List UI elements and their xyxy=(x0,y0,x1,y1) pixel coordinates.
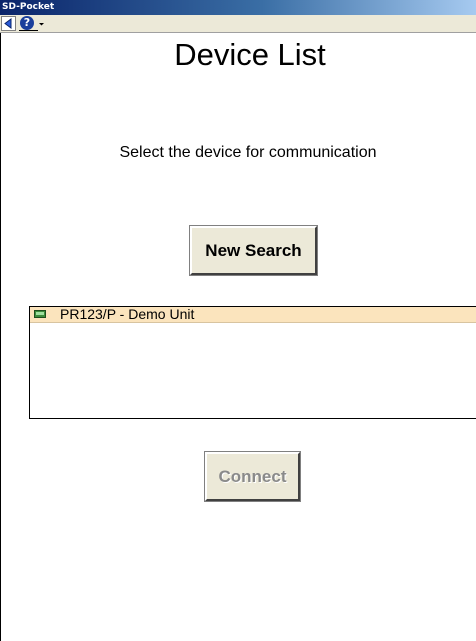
device-icon xyxy=(34,310,46,318)
back-button[interactable] xyxy=(1,16,16,31)
back-arrow-icon xyxy=(4,18,12,29)
window-title: SD-Pocket xyxy=(2,2,55,12)
page-subtitle: Select the device for communication xyxy=(119,144,377,161)
app-window: SD-Pocket ? Device List Select the devic… xyxy=(0,0,476,641)
help-dropdown-button[interactable] xyxy=(37,16,46,31)
device-list[interactable]: PR123/P - Demo Unit xyxy=(29,306,476,419)
chevron-down-icon xyxy=(39,23,44,26)
help-icon: ? xyxy=(20,16,34,30)
connect-button[interactable]: Connect xyxy=(204,451,301,502)
device-label: PR123/P - Demo Unit xyxy=(60,306,195,322)
device-list-item[interactable]: PR123/P - Demo Unit xyxy=(30,307,476,323)
toolbar: ? xyxy=(0,15,476,33)
toolbar-underline xyxy=(19,30,38,31)
title-bar: SD-Pocket xyxy=(0,0,476,15)
help-button[interactable]: ? xyxy=(19,16,35,31)
page-title: Device List xyxy=(174,37,326,72)
new-search-button[interactable]: New Search xyxy=(189,225,318,276)
